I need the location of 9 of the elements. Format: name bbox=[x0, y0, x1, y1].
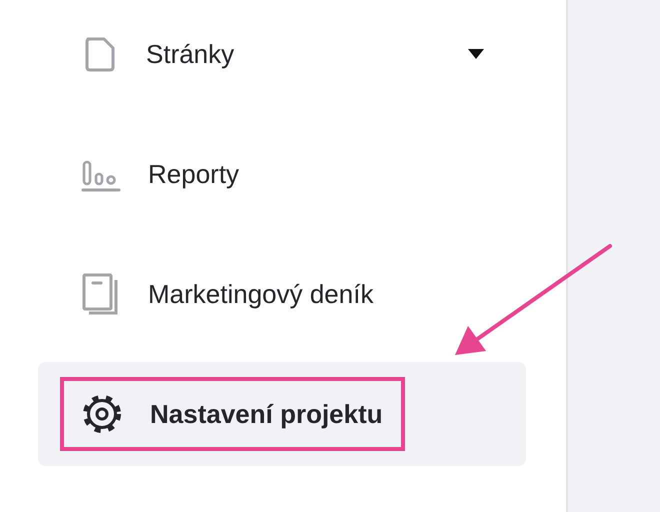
item-label: Stránky bbox=[146, 38, 234, 70]
sidebar-item[interactable]: Nastavení projektu bbox=[38, 362, 526, 466]
item-label: Marketingový deník bbox=[148, 278, 374, 310]
sidebar-item[interactable]: Stránky bbox=[38, 2, 526, 106]
item-label: Nastavení projektu bbox=[150, 398, 383, 430]
caret-icon[interactable] bbox=[468, 49, 484, 59]
sidebar-item[interactable]: Reporty bbox=[38, 122, 526, 226]
sidebar-item[interactable]: Marketingový deník bbox=[38, 242, 526, 346]
item-label: Reporty bbox=[148, 158, 240, 190]
